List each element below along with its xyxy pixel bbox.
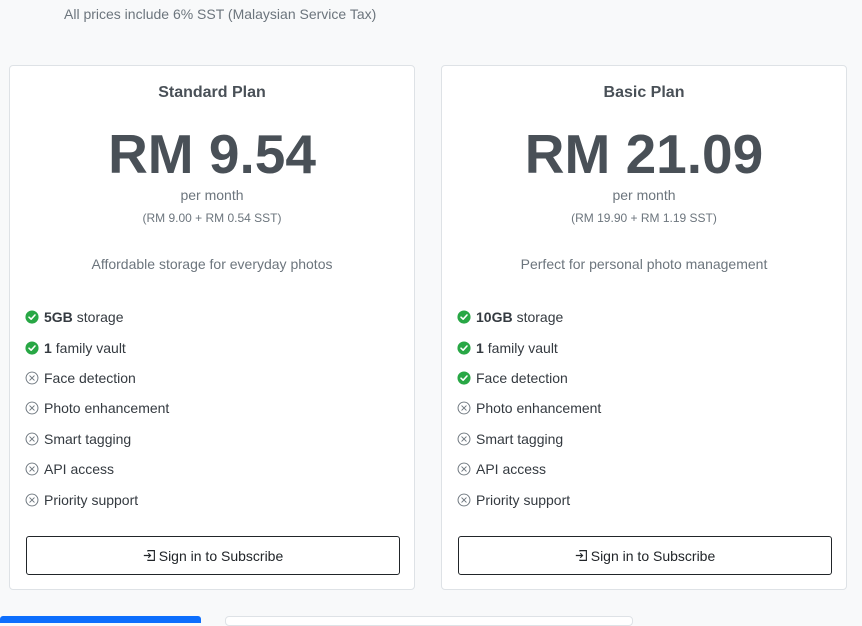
plan-name: Standard Plan bbox=[158, 84, 266, 101]
feature-item: Priority support bbox=[25, 484, 169, 514]
x-circle-icon bbox=[25, 371, 39, 385]
feature-item: API access bbox=[25, 454, 169, 484]
feature-label: Smart tagging bbox=[44, 430, 132, 447]
feature-label: Face detection bbox=[44, 369, 136, 386]
next-card-partial bbox=[225, 616, 633, 626]
feature-label: Face detection bbox=[476, 369, 568, 386]
feature-item: 1 family vault bbox=[25, 332, 169, 362]
plan-description: Affordable storage for everyday photos bbox=[91, 256, 333, 272]
plan-card-standard: Standard Plan RM 9.54 per month (RM 9.00… bbox=[9, 65, 415, 590]
feature-item: Face detection bbox=[25, 363, 169, 393]
x-circle-icon bbox=[25, 401, 39, 415]
price-breakdown: (RM 19.90 + RM 1.19 SST) bbox=[571, 211, 717, 225]
check-circle-icon bbox=[457, 371, 471, 385]
feature-label: family vault bbox=[55, 339, 126, 356]
x-circle-icon bbox=[457, 462, 471, 476]
price-breakdown: (RM 9.00 + RM 0.54 SST) bbox=[142, 211, 282, 225]
button-label: Sign in to Subscribe bbox=[158, 547, 284, 564]
feature-label: family vault bbox=[487, 339, 558, 356]
feature-label: Priority support bbox=[476, 491, 571, 508]
plan-name: Basic Plan bbox=[603, 84, 685, 101]
feature-item: Smart tagging bbox=[457, 424, 601, 454]
feature-item: 5GB storage bbox=[25, 302, 169, 332]
feature-item: Smart tagging bbox=[25, 424, 169, 454]
feature-label: Photo enhancement bbox=[44, 400, 170, 417]
plan-period: per month bbox=[180, 187, 244, 203]
plan-price: RM 21.09 bbox=[524, 123, 764, 185]
x-circle-icon bbox=[457, 401, 471, 415]
sign-in-icon bbox=[143, 550, 155, 561]
plan-description: Perfect for personal photo management bbox=[520, 256, 768, 272]
feature-item: Photo enhancement bbox=[25, 393, 169, 423]
feature-label: storage bbox=[76, 309, 124, 326]
feature-item: 1 family vault bbox=[457, 332, 601, 362]
feature-label: Smart tagging bbox=[476, 430, 564, 447]
primary-button-partial[interactable] bbox=[0, 616, 201, 623]
feature-label: Photo enhancement bbox=[476, 400, 602, 417]
feature-quantity: 5GB bbox=[44, 309, 73, 326]
feature-list: 5GB storage 1 family vault Face detection Pho… bbox=[25, 302, 169, 515]
feature-label: API access bbox=[476, 461, 547, 478]
sign-in-icon bbox=[575, 550, 587, 561]
sign-in-subscribe-button[interactable]: Sign in to Subscribe bbox=[26, 536, 400, 575]
x-circle-icon bbox=[457, 493, 471, 506]
feature-quantity: 1 bbox=[476, 339, 484, 356]
check-circle-icon bbox=[457, 310, 471, 324]
check-circle-icon bbox=[457, 341, 471, 355]
tax-note: All prices include 6% SST (Malaysian Ser… bbox=[64, 6, 377, 22]
feature-quantity: 1 bbox=[44, 339, 52, 356]
x-circle-icon bbox=[25, 462, 39, 476]
feature-label: Priority support bbox=[44, 491, 139, 508]
button-label: Sign in to Subscribe bbox=[590, 547, 716, 564]
sign-in-subscribe-button[interactable]: Sign in to Subscribe bbox=[458, 536, 832, 575]
feature-list: 10GB storage 1 family vault Face detection Ph… bbox=[457, 302, 601, 515]
plan-period: per month bbox=[612, 187, 676, 203]
x-circle-icon bbox=[457, 432, 471, 446]
x-circle-icon bbox=[25, 432, 39, 446]
feature-item: Photo enhancement bbox=[457, 393, 601, 423]
feature-item: API access bbox=[457, 454, 601, 484]
feature-item: Face detection bbox=[457, 363, 601, 393]
feature-label: storage bbox=[516, 309, 564, 326]
feature-item: 10GB storage bbox=[457, 302, 601, 332]
check-circle-icon bbox=[25, 341, 39, 355]
feature-label: API access bbox=[44, 461, 115, 478]
plan-card-basic: Basic Plan RM 21.09 per month (RM 19.90 … bbox=[441, 65, 847, 590]
feature-item: Priority support bbox=[457, 484, 601, 514]
feature-quantity: 10GB bbox=[476, 309, 513, 326]
check-circle-icon bbox=[25, 310, 39, 324]
x-circle-icon bbox=[25, 493, 39, 506]
plan-price: RM 9.54 bbox=[108, 123, 316, 185]
